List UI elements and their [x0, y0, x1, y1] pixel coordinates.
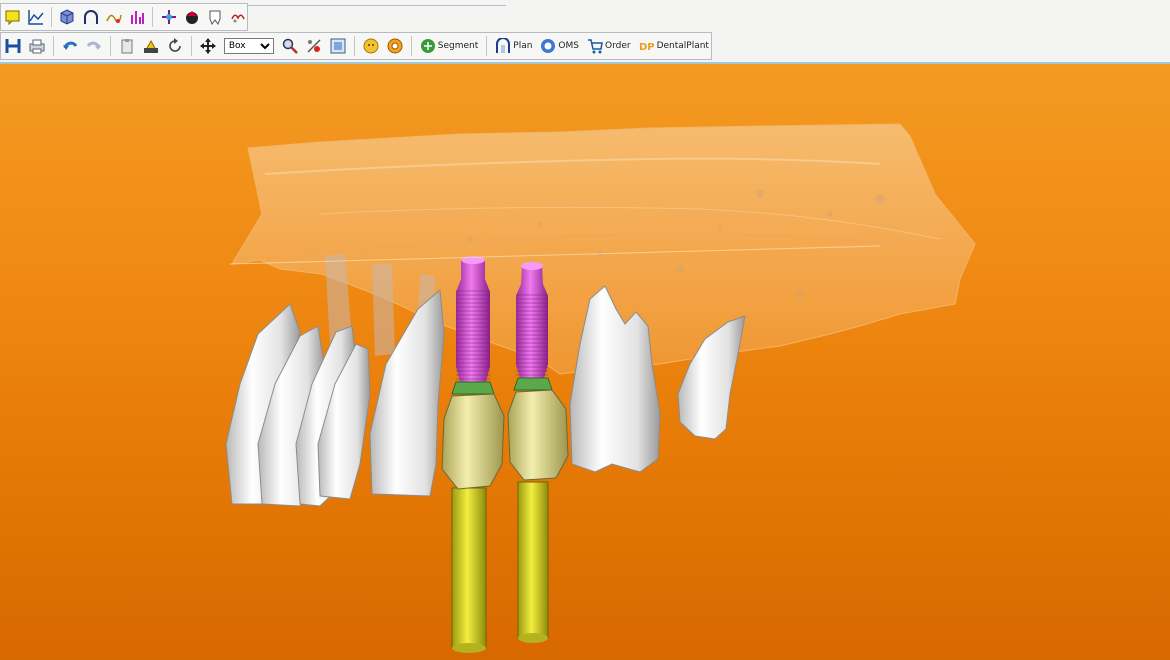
- tooth-outline-icon[interactable]: [205, 7, 224, 27]
- separator: [52, 36, 54, 56]
- abutment-1: [451, 381, 495, 395]
- tooth-tool-icon[interactable]: [228, 7, 247, 27]
- redo-icon[interactable]: [84, 36, 104, 56]
- face-icon[interactable]: [361, 36, 381, 56]
- note-icon[interactable]: [3, 7, 22, 27]
- fit-view-icon[interactable]: [328, 36, 348, 56]
- measure-icon[interactable]: [304, 36, 324, 56]
- oms-label: OMS: [558, 41, 579, 51]
- plan-label: Plan: [513, 41, 533, 51]
- abutment-2: [513, 377, 553, 391]
- plan-icon: [495, 38, 511, 54]
- order-icon: [587, 38, 603, 54]
- view-mode-select[interactable]: Box: [223, 38, 274, 54]
- sphere-icon[interactable]: [182, 7, 201, 27]
- target-icon[interactable]: [385, 36, 405, 56]
- order-label: Order: [604, 41, 631, 51]
- dentalplant-button[interactable]: DP DentalPlant: [637, 36, 711, 56]
- dentalplant-icon: DP: [639, 38, 655, 54]
- pan-icon[interactable]: [198, 36, 218, 56]
- cube-icon[interactable]: [58, 7, 77, 27]
- segment-icon: [420, 38, 436, 54]
- arch-icon[interactable]: [81, 7, 100, 27]
- toolbar-row-2: Box Segment Plan OMS Order DP DentalPlan…: [0, 32, 712, 60]
- clipboard-icon[interactable]: [117, 36, 137, 56]
- guide-post-1: [451, 487, 487, 649]
- segment-button[interactable]: Segment: [418, 36, 481, 56]
- separator: [410, 36, 412, 56]
- toolbar-tab-edge: [248, 0, 506, 6]
- oms-icon: [540, 38, 556, 54]
- bar-tool-icon[interactable]: [127, 7, 146, 27]
- plan-button[interactable]: Plan: [493, 36, 534, 56]
- crown-2: [507, 389, 569, 481]
- separator: [486, 36, 488, 56]
- separator: [109, 36, 111, 56]
- move-cross-icon[interactable]: [159, 7, 178, 27]
- zoom-icon[interactable]: [280, 36, 300, 56]
- curve-tool-icon[interactable]: [104, 7, 123, 27]
- crown-1: [441, 393, 505, 490]
- separator: [51, 7, 52, 27]
- toolbar-row-1: [0, 3, 248, 31]
- segment-label: Segment: [437, 41, 479, 51]
- dental-scene: [225, 123, 976, 653]
- undo-icon[interactable]: [60, 36, 80, 56]
- rotate-icon[interactable]: [165, 36, 185, 56]
- print-icon[interactable]: [27, 36, 47, 56]
- separator: [152, 7, 153, 27]
- render-icon[interactable]: [141, 36, 161, 56]
- dentalplant-label: DentalPlant: [656, 41, 709, 51]
- separator: [353, 36, 355, 56]
- oms-button[interactable]: OMS: [538, 36, 581, 56]
- guide-post-2: [517, 481, 549, 639]
- floppy-save-icon[interactable]: [3, 36, 23, 56]
- svg-text:DP: DP: [639, 42, 655, 53]
- order-button[interactable]: Order: [585, 36, 633, 56]
- 3d-viewport[interactable]: [0, 64, 1170, 660]
- separator: [190, 36, 192, 56]
- graph-icon[interactable]: [26, 7, 45, 27]
- toolbar-area: Box Segment Plan OMS Order DP DentalPlan…: [0, 0, 1170, 64]
